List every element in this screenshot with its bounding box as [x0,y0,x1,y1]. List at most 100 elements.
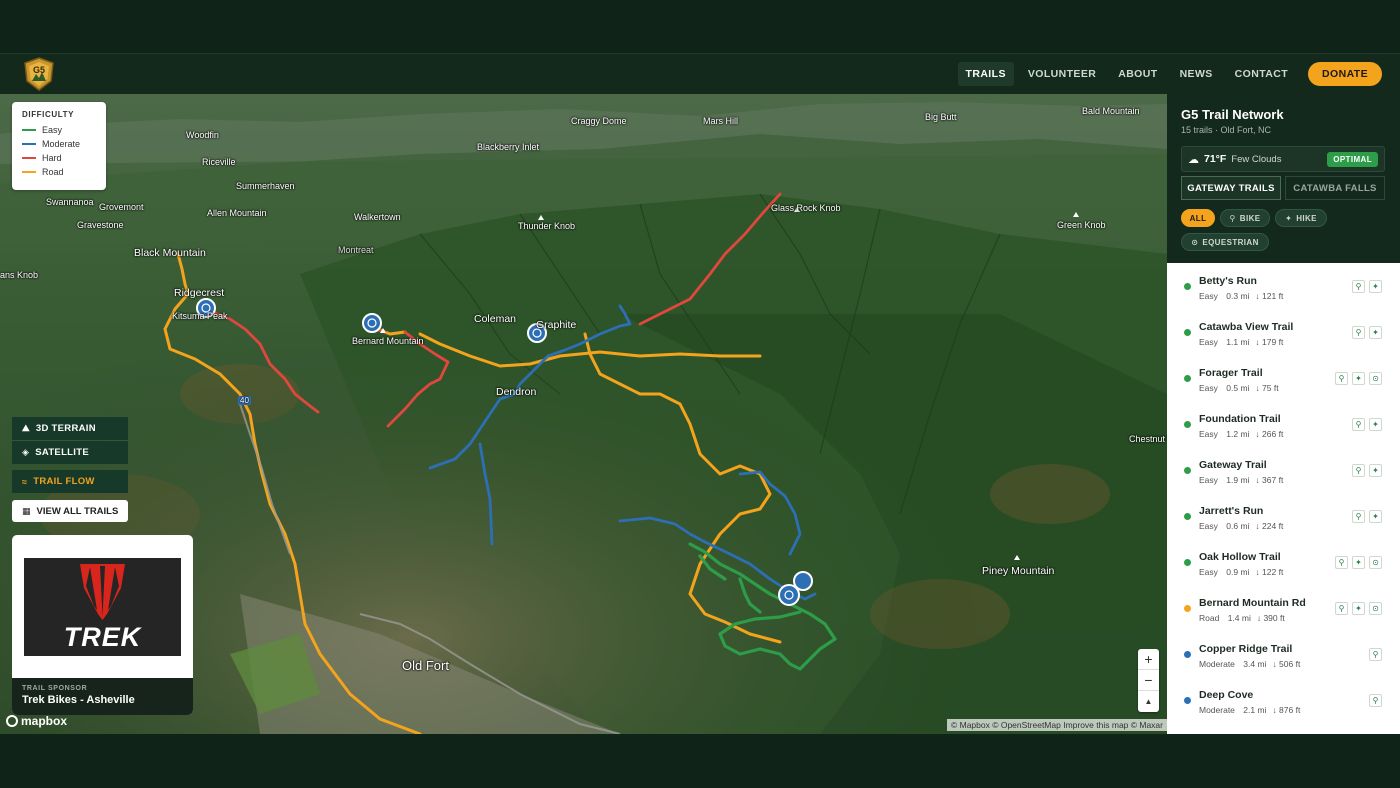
filter-equestrian[interactable]: ⊙ EQUESTRIAN [1181,233,1269,251]
trail-elevation: ↓ 876 ft [1272,705,1301,715]
trail-name: Gateway Trail [1199,459,1267,471]
trail-elevation: ↓ 224 ft [1255,521,1284,531]
label-bernard: Bernard Mountain [352,336,424,346]
cloud-sun-icon: ☁ [1188,153,1199,166]
bike-icon: ⚲ [1335,602,1348,615]
trail-row[interactable]: Bernard Mountain Rd Road 1.4 mi ↓ 390 ft ⚲ ✦… [1167,585,1400,631]
compass-button[interactable]: ▲ [1138,691,1159,712]
trail-difficulty: Road [1199,613,1220,623]
bike-icon: ⚲ [1352,326,1365,339]
trail-row[interactable]: Jarrett's Run Easy 0.6 mi ↓ 224 ft ⚲ ✦ [1167,493,1400,539]
nav-trails[interactable]: TRAILS [957,62,1014,86]
difficulty-dot [1184,421,1191,428]
bike-icon: ⚲ [1352,418,1365,431]
difficulty-dot [1184,283,1191,290]
trail-row[interactable]: Foundation Trail Easy 1.2 mi ↓ 266 ft ⚲ ✦ [1167,401,1400,447]
trail-distance: 0.6 mi [1223,521,1250,531]
label-summerhaven: Summerhaven [236,181,295,191]
trail-elevation: ↓ 506 ft [1272,659,1301,669]
trail-meta: Moderate 2.1 mi ↓ 876 ft [1199,705,1300,715]
trail-elevation: ↓ 390 ft [1256,613,1285,623]
tab-gateway-trails[interactable]: GATEWAY TRAILS [1181,176,1281,200]
trail-meta: Easy 0.9 mi ↓ 122 ft [1199,567,1283,577]
map-attribution[interactable]: © Mapbox © OpenStreetMap Improve this ma… [946,719,1167,731]
difficulty-dot [1184,605,1191,612]
legend-hard: Hard [22,151,96,165]
difficulty-dot [1184,513,1191,520]
trail-row[interactable]: Gateway Trail Easy 1.9 mi ↓ 367 ft ⚲ ✦ [1167,447,1400,493]
mapbox-logo[interactable]: mapbox [6,714,67,728]
filter-bike[interactable]: ⚲ BIKE [1220,209,1270,227]
label-chestnut: Chestnut Mount [1129,434,1167,444]
trail-row[interactable]: Betty's Run Easy 0.3 mi ↓ 121 ft ⚲ ✦ [1167,263,1400,309]
weather-widget: ☁ 71°F Few Clouds OPTIMAL [1181,146,1385,172]
label-kitsuma: Kitsuma Peak [172,311,228,321]
trail-name: Forager Trail [1199,367,1263,379]
tab-catawba-falls[interactable]: CATAWBA FALLS [1285,176,1385,200]
filter-hike[interactable]: ✦ HIKE [1275,209,1327,227]
trail-distance: 2.1 mi [1240,705,1267,715]
trail-row[interactable]: Catawba View Trail Easy 1.1 mi ↓ 179 ft ⚲ ✦ [1167,309,1400,355]
nav-volunteer[interactable]: VOLUNTEER [1020,62,1104,86]
legend-swatch-hard [22,157,36,159]
trail-name: Betty's Run [1199,275,1257,287]
label-montreat: Montreat [338,245,374,255]
label-dendron: Dendron [496,386,537,398]
view-all-trails-button[interactable]: ▦ VIEW ALL TRAILS [12,500,128,522]
nav-about[interactable]: ABOUT [1110,62,1165,86]
trail-name: Bernard Mountain Rd [1199,597,1306,609]
hike-icon: ✦ [1352,602,1365,615]
trail-meta: Easy 1.2 mi ↓ 266 ft [1199,429,1283,439]
hike-icon: ✦ [1352,556,1365,569]
conditions-badge: OPTIMAL [1327,151,1378,167]
trail-meta: Moderate 3.4 mi ↓ 506 ft [1199,659,1300,669]
trail-difficulty: Easy [1199,521,1218,531]
label-graphite: Graphite [536,319,577,331]
map-marker-bernard[interactable] [362,313,382,333]
terrain-label: 3D TERRAIN [35,423,96,434]
trek-logo: TREK [24,558,181,656]
terrain-toggle[interactable]: ⛰ 3D TERRAIN [12,417,128,440]
zoom-in-button[interactable]: + [1138,649,1159,670]
donate-button[interactable]: DONATE [1308,62,1382,86]
trail-map[interactable]: Black Mountain Ridgecrest Kitsuma Peak B… [0,94,1167,734]
trail-difficulty: Moderate [1199,659,1235,669]
g5-logo[interactable]: G5 [22,57,56,91]
trail-distance: 1.2 mi [1223,429,1250,439]
trail-row[interactable]: Oak Hollow Trail Easy 0.9 mi ↓ 122 ft ⚲ ✦ ⊙ [1167,539,1400,585]
sponsor-card[interactable]: TREK TRAIL SPONSOR Trek Bikes - Ashevill… [12,535,193,715]
trail-flow-toggle[interactable]: ≈ TRAIL FLOW [12,470,128,493]
difficulty-dot [1184,559,1191,566]
filter-all[interactable]: ALL [1181,209,1215,227]
nav-contact[interactable]: CONTACT [1227,62,1296,86]
trail-row[interactable]: Copper Ridge Trail Moderate 3.4 mi ↓ 506 f… [1167,631,1400,677]
trail-distance: 3.4 mi [1240,659,1267,669]
trail-meta: Road 1.4 mi ↓ 390 ft [1199,613,1285,623]
trail-activity-icons: ⚲ ✦ [1352,280,1382,293]
trail-flow-label: TRAIL FLOW [33,476,95,487]
trail-difficulty: Easy [1199,337,1218,347]
sponsor-name: Trek Bikes - Asheville [22,694,135,706]
trail-distance: 0.9 mi [1223,567,1250,577]
zoom-out-button[interactable]: − [1138,670,1159,691]
trail-row[interactable]: Deep Cove Moderate 2.1 mi ↓ 876 ft ⚲ [1167,677,1400,723]
bike-icon: ⚲ [1352,510,1365,523]
label-piney: Piney Mountain [982,565,1055,577]
satellite-toggle[interactable]: ◈ SATELLITE [12,441,128,464]
map-icon: ▦ [22,505,31,516]
legend-title: DIFFICULTY [22,110,75,119]
filter-all-label: ALL [1189,213,1207,223]
bike-icon: ⚲ [1335,372,1348,385]
trail-difficulty: Easy [1199,429,1218,439]
trail-row[interactable]: Forager Trail Easy 0.5 mi ↓ 75 ft ⚲ ✦ ⊙ [1167,355,1400,401]
trail-distance: 1.9 mi [1223,475,1250,485]
horse-icon: ⊙ [1369,602,1382,615]
nav-news[interactable]: NEWS [1172,62,1221,86]
legend-easy: Easy [22,123,96,137]
label-ridgecrest: Ridgecrest [174,287,225,299]
sponsor-footer: TRAIL SPONSOR Trek Bikes - Asheville [12,678,193,715]
legend-swatch-easy [22,129,36,131]
label-ans-knob: ans Knob [0,270,39,280]
label-craggy: Craggy Dome [571,116,627,126]
label-riceville: Riceville [202,157,236,167]
